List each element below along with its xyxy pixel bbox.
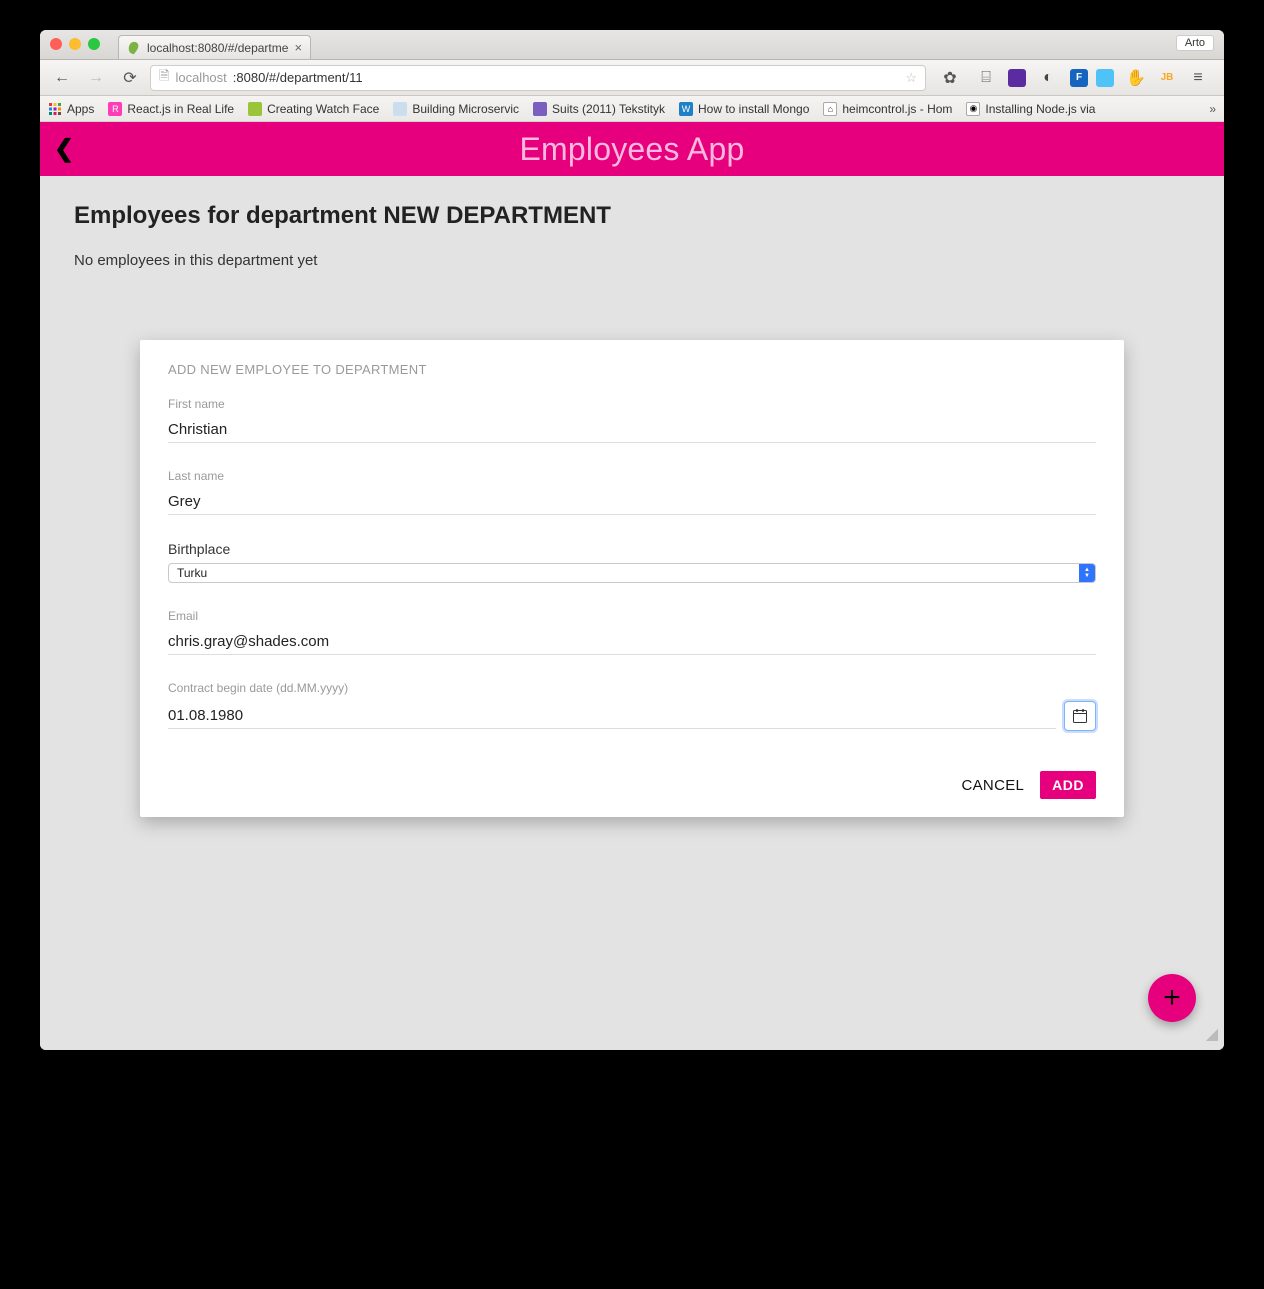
birthplace-selected-value: Turku [169,566,1079,580]
extension-icon[interactable]: ◐ [1034,65,1062,91]
tab-strip: localhost:8080/#/departme × Arto [40,30,1224,60]
home-icon: ⌂ [823,102,837,116]
bookmark-label: Building Microservic [412,102,519,116]
contract-date-input[interactable] [168,703,1056,729]
add-employee-modal: ADD NEW EMPLOYEE TO DEPARTMENT First nam… [140,340,1124,817]
app-header: ❮ Employees App [40,122,1224,176]
bookmark-item[interactable]: ◉ Installing Node.js via [966,102,1095,116]
birthplace-label: Birthplace [168,541,1096,557]
email-field: Email [168,609,1096,655]
profile-badge[interactable]: Arto [1176,35,1214,51]
maximize-window-button[interactable] [88,38,100,50]
browser-window: localhost:8080/#/departme × Arto ← → ⟳ 🗎… [40,30,1224,1050]
empty-state-text: No employees in this department yet [74,252,1190,269]
bookmark-label: How to install Mongo [698,102,809,116]
bookmark-icon [393,102,407,116]
calendar-button[interactable] [1064,701,1096,731]
last-name-field: Last name [168,469,1096,515]
app-title: Employees App [520,131,745,168]
bookmark-icon [248,102,262,116]
extension-icon[interactable]: JB [1158,69,1176,87]
url-path: :8080/#/department/11 [233,70,363,85]
bookmark-icon: W [679,102,693,116]
select-arrows-icon [1079,564,1095,582]
app-viewport: ❮ Employees App Employees for department… [40,122,1224,1050]
browser-toolbar: ← → ⟳ 🗎 localhost :8080/#/department/11 ☆… [40,60,1224,96]
tab-title: localhost:8080/#/departme [147,41,288,55]
extension-icons: ✿ ⌸ ◐ F ✋ JB ≡ [932,65,1216,91]
back-caret-icon[interactable]: ❮ [54,135,74,164]
bookmark-label: Apps [67,102,94,116]
github-icon: ◉ [966,102,980,116]
extension-icon[interactable]: F [1070,69,1088,87]
page-heading: Employees for department NEW DEPARTMENT [74,202,1190,230]
minimize-window-button[interactable] [69,38,81,50]
plus-icon: + [1163,981,1181,1015]
bookmark-label: Suits (2011) Tekstityk [552,102,665,116]
gear-icon[interactable]: ✿ [936,65,964,91]
bookmark-star-icon[interactable]: ☆ [905,70,917,86]
bookmark-overflow-icon[interactable]: » [1209,102,1216,116]
add-fab[interactable]: + [1148,974,1196,1022]
first-name-label: First name [168,397,1096,411]
menu-icon[interactable]: ≡ [1184,65,1212,91]
first-name-field: First name [168,397,1096,443]
bookmark-item[interactable]: ⌂ heimcontrol.js - Hom [823,102,952,116]
bookmarks-bar: Apps R React.js in Real Life Creating Wat… [40,96,1224,122]
calendar-icon [1072,708,1088,724]
reload-button[interactable]: ⟳ [116,65,144,91]
contract-date-field: Contract begin date (dd.MM.yyyy) [168,681,1096,731]
close-window-button[interactable] [50,38,62,50]
bookmark-label: Creating Watch Face [267,102,379,116]
email-label: Email [168,609,1096,623]
add-button[interactable]: ADD [1040,771,1096,799]
page-body: Employees for department NEW DEPARTMENT … [40,176,1224,295]
extension-icon[interactable] [1008,69,1026,87]
close-tab-icon[interactable]: × [294,40,302,55]
cancel-button[interactable]: CANCEL [962,777,1025,794]
last-name-label: Last name [168,469,1096,483]
bookmark-item[interactable]: Building Microservic [393,102,519,116]
birthplace-field: Birthplace Turku [168,541,1096,583]
bookmark-label: Installing Node.js via [985,102,1095,116]
bookmark-label: heimcontrol.js - Hom [842,102,952,116]
hand-icon[interactable]: ✋ [1122,65,1150,91]
bookmark-item[interactable]: R React.js in Real Life [108,102,234,116]
back-button[interactable]: ← [48,65,76,91]
extension-icon[interactable] [1096,69,1114,87]
forward-button[interactable]: → [82,65,110,91]
leaf-icon [127,41,141,55]
first-name-input[interactable] [168,417,1096,443]
browser-tab[interactable]: localhost:8080/#/departme × [118,35,311,59]
apps-shortcut[interactable]: Apps [48,102,94,116]
modal-title: ADD NEW EMPLOYEE TO DEPARTMENT [156,362,1096,377]
bookmark-label: React.js in Real Life [127,102,234,116]
resize-grip-icon: ◢ [1206,1024,1218,1044]
birthplace-select[interactable]: Turku [168,563,1096,583]
contract-date-label: Contract begin date (dd.MM.yyyy) [168,681,1096,695]
apps-grid-icon [48,102,62,116]
cast-icon[interactable]: ⌸ [972,65,1000,91]
modal-actions: CANCEL ADD [168,771,1096,799]
page-icon: 🗎 [159,67,169,89]
address-bar[interactable]: 🗎 localhost :8080/#/department/11 ☆ [150,65,926,91]
email-input[interactable] [168,629,1096,655]
last-name-input[interactable] [168,489,1096,515]
window-controls [50,38,100,50]
bookmark-item[interactable]: Creating Watch Face [248,102,379,116]
bookmark-icon: R [108,102,122,116]
bookmark-icon [533,102,547,116]
url-host: localhost [175,70,226,85]
bookmark-item[interactable]: Suits (2011) Tekstityk [533,102,665,116]
bookmark-item[interactable]: W How to install Mongo [679,102,809,116]
